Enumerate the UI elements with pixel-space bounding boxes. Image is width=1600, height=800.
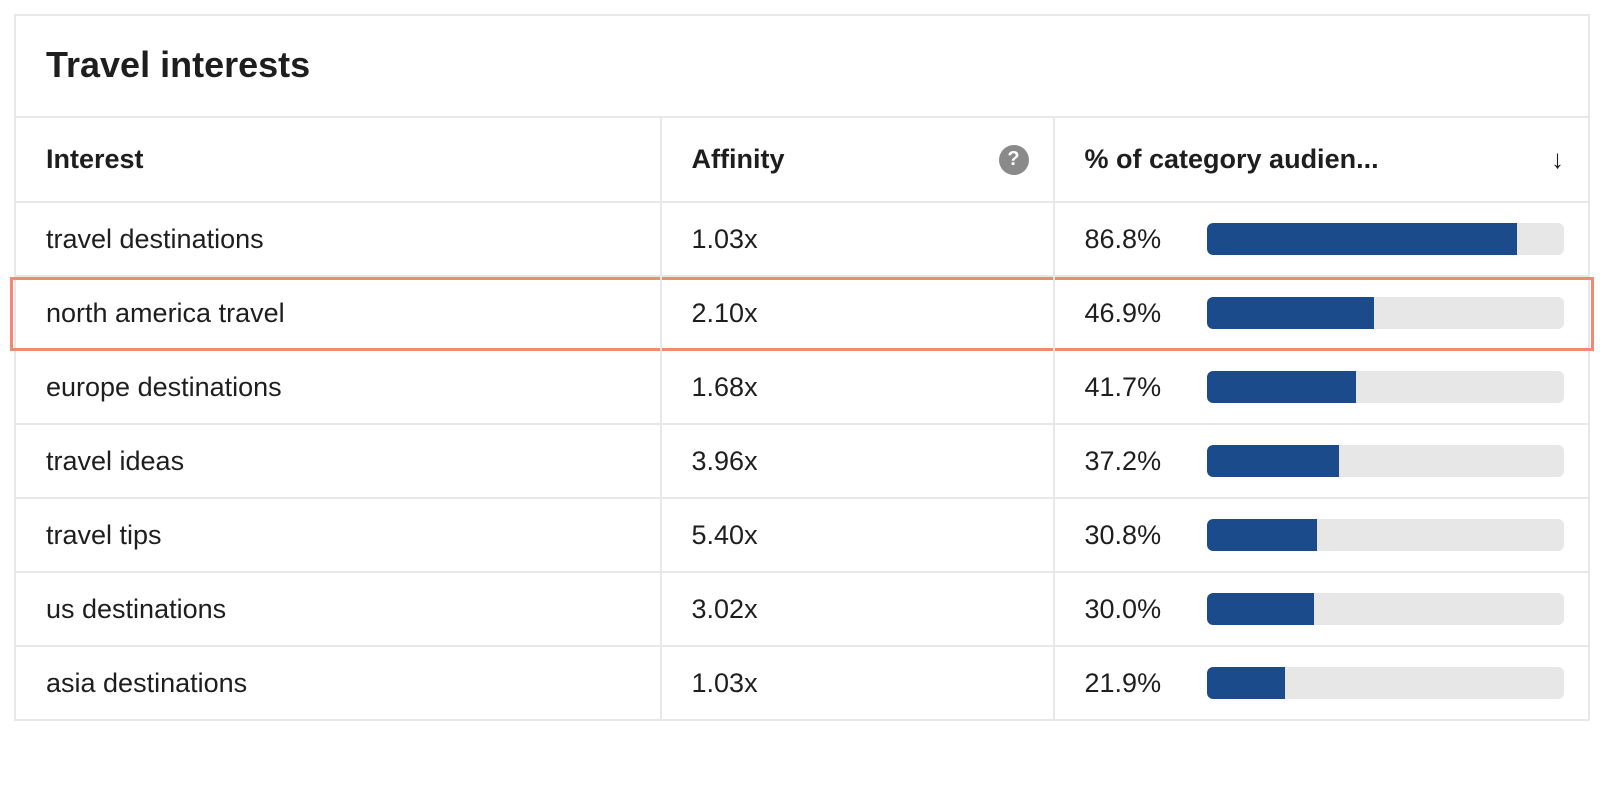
help-icon[interactable]: ? <box>999 145 1029 175</box>
pct-bar <box>1207 371 1564 403</box>
pct-bar <box>1207 297 1564 329</box>
table-header-row: Interest Affinity ? % of category audien… <box>16 117 1588 202</box>
table-row[interactable]: travel ideas3.96x 37.2% <box>16 424 1588 498</box>
cell-pct: 86.8% <box>1054 202 1588 276</box>
col-header-interest-label: Interest <box>46 144 144 174</box>
panel-title: Travel interests <box>16 16 1588 116</box>
table-row[interactable]: us destinations3.02x 30.0% <box>16 572 1588 646</box>
cell-pct: 41.7% <box>1054 350 1588 424</box>
cell-affinity: 3.02x <box>661 572 1054 646</box>
pct-label: 30.0% <box>1085 594 1185 625</box>
col-header-affinity[interactable]: Affinity ? <box>661 117 1054 202</box>
pct-label: 21.9% <box>1085 668 1185 699</box>
pct-label: 46.9% <box>1085 298 1185 329</box>
cell-interest: north america travel <box>16 276 661 350</box>
pct-bar <box>1207 445 1564 477</box>
cell-interest: travel destinations <box>16 202 661 276</box>
cell-affinity: 1.03x <box>661 646 1054 719</box>
cell-pct: 30.8% <box>1054 498 1588 572</box>
pct-bar <box>1207 593 1564 625</box>
col-header-pct[interactable]: % of category audien... ↓ <box>1054 117 1588 202</box>
interests-panel: Travel interests Interest Affinity ? % o… <box>14 14 1590 721</box>
pct-bar-fill <box>1207 445 1340 477</box>
col-header-interest[interactable]: Interest <box>16 117 661 202</box>
pct-bar-fill <box>1207 297 1375 329</box>
pct-bar-fill <box>1207 593 1314 625</box>
pct-label: 30.8% <box>1085 520 1185 551</box>
table-row[interactable]: travel tips5.40x 30.8% <box>16 498 1588 572</box>
interests-table: Interest Affinity ? % of category audien… <box>16 116 1588 719</box>
cell-pct: 46.9% <box>1054 276 1588 350</box>
pct-bar-fill <box>1207 519 1317 551</box>
table-row[interactable]: north america travel2.10x 46.9% <box>16 276 1588 350</box>
cell-pct: 37.2% <box>1054 424 1588 498</box>
cell-affinity: 3.96x <box>661 424 1054 498</box>
cell-interest: travel ideas <box>16 424 661 498</box>
pct-label: 86.8% <box>1085 224 1185 255</box>
pct-label: 41.7% <box>1085 372 1185 403</box>
cell-pct: 30.0% <box>1054 572 1588 646</box>
cell-affinity: 5.40x <box>661 498 1054 572</box>
cell-pct: 21.9% <box>1054 646 1588 719</box>
cell-interest: travel tips <box>16 498 661 572</box>
cell-affinity: 1.03x <box>661 202 1054 276</box>
cell-affinity: 2.10x <box>661 276 1054 350</box>
cell-interest: asia destinations <box>16 646 661 719</box>
col-header-pct-label: % of category audien... <box>1085 144 1379 175</box>
pct-bar <box>1207 667 1564 699</box>
pct-label: 37.2% <box>1085 446 1185 477</box>
pct-bar-fill <box>1207 667 1285 699</box>
cell-interest: us destinations <box>16 572 661 646</box>
pct-bar <box>1207 519 1564 551</box>
pct-bar-fill <box>1207 371 1356 403</box>
col-header-affinity-label: Affinity <box>692 144 785 175</box>
arrow-down-icon: ↓ <box>1551 144 1564 175</box>
cell-interest: europe destinations <box>16 350 661 424</box>
cell-affinity: 1.68x <box>661 350 1054 424</box>
pct-bar-fill <box>1207 223 1517 255</box>
table-row[interactable]: europe destinations1.68x 41.7% <box>16 350 1588 424</box>
pct-bar <box>1207 223 1564 255</box>
table-row[interactable]: travel destinations1.03x 86.8% <box>16 202 1588 276</box>
table-row[interactable]: asia destinations1.03x 21.9% <box>16 646 1588 719</box>
